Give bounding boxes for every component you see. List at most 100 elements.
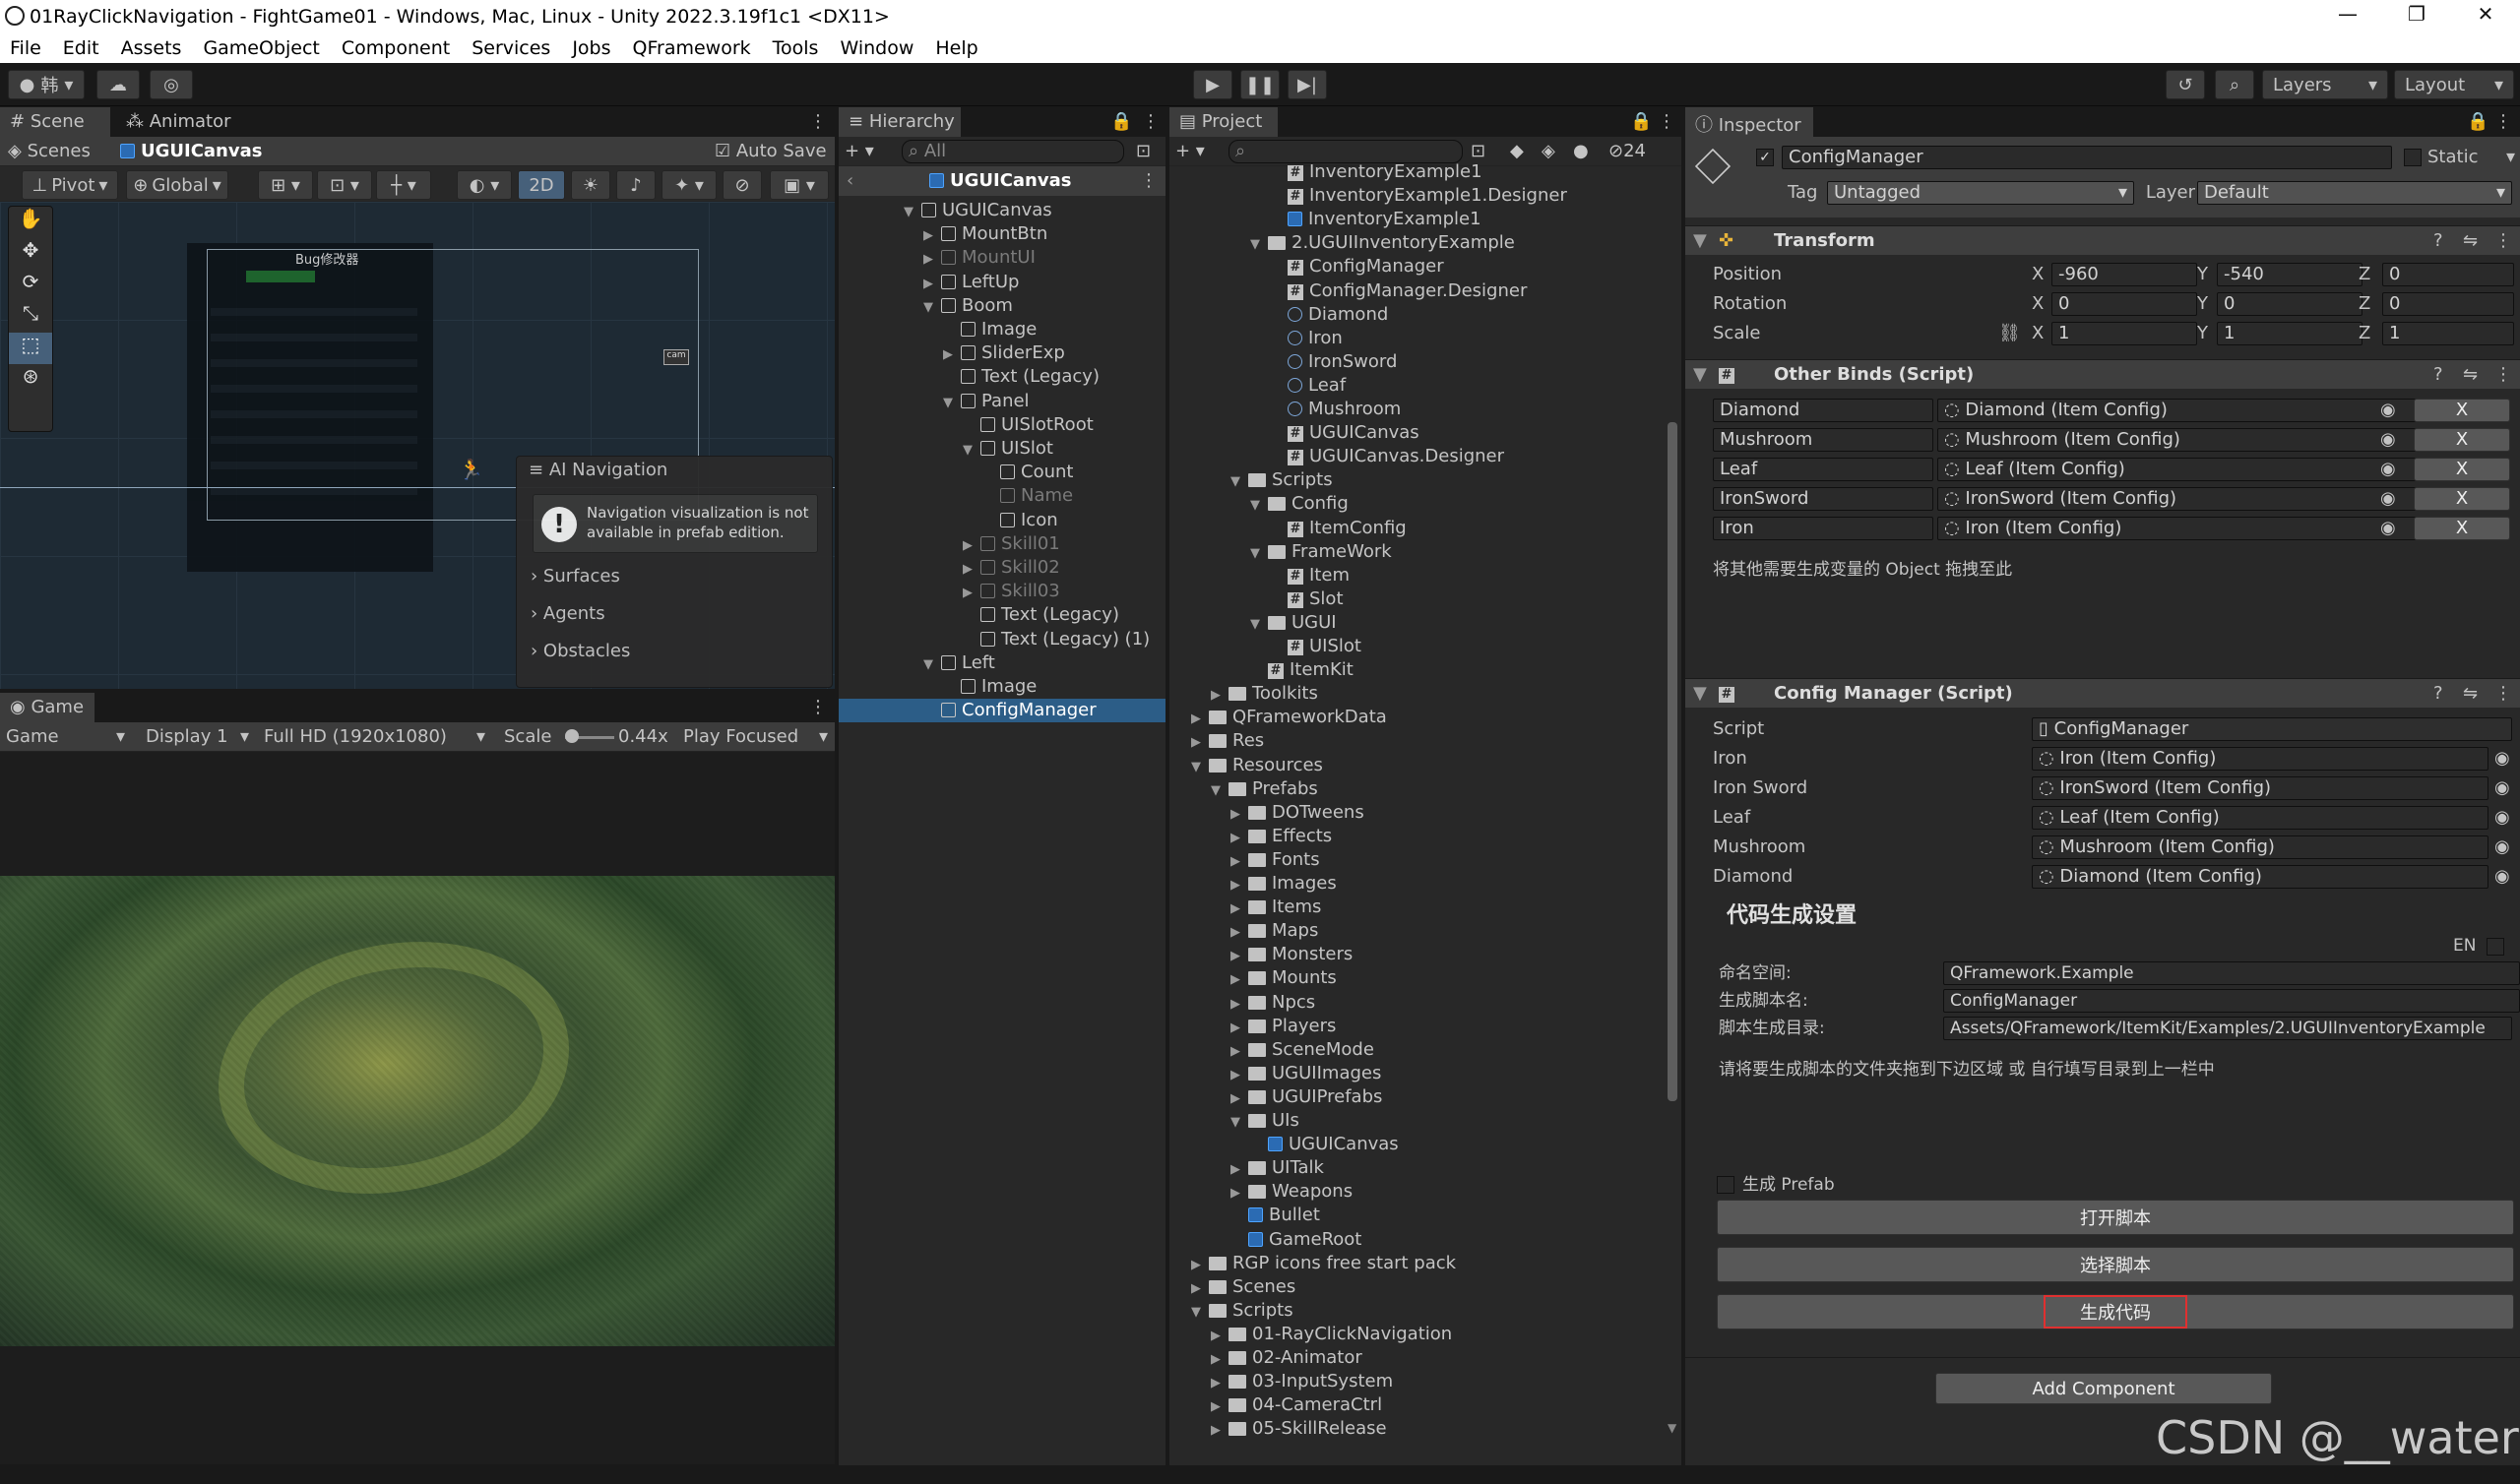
foldout-arrow-icon[interactable]: ▶ <box>1230 993 1248 1017</box>
play-focused-dropdown[interactable]: Play Focused ▾ <box>683 725 831 749</box>
rotation-z-input[interactable]: 0 <box>2382 292 2514 316</box>
position-z-input[interactable]: 0 <box>2382 263 2514 286</box>
project-item[interactable]: ▶ UGUIImages <box>1169 1062 1381 1085</box>
project-item[interactable]: ▶ Maps <box>1169 919 1318 943</box>
bind-name-input[interactable]: Iron <box>1713 517 1933 540</box>
menu-assets[interactable]: Assets <box>121 37 182 59</box>
tab-scene[interactable]: # Scene <box>0 107 110 137</box>
project-item[interactable]: ▶ Mounts <box>1169 966 1337 990</box>
ruler-icon[interactable]: ┼ ▾ <box>376 170 431 200</box>
object-picker-icon[interactable]: ◉ <box>2494 776 2510 800</box>
object-picker-icon[interactable]: ◉ <box>2380 517 2396 540</box>
hierarchy-item[interactable]: ▶ LeftUp <box>839 271 1166 294</box>
hand-tool-icon[interactable]: ✋ <box>9 207 52 238</box>
menu-edit[interactable]: Edit <box>63 37 99 59</box>
foldout-arrow-icon[interactable]: ▶ <box>1211 1395 1228 1419</box>
project-scrollbar[interactable] <box>1668 422 1677 1101</box>
config-manager-menu-icon[interactable]: ⋮ <box>2494 682 2512 706</box>
inspector-lock-icon[interactable]: 🔒 <box>2467 111 2488 132</box>
project-item[interactable]: ▶ 02-Animator <box>1169 1346 1362 1370</box>
move-tool-icon[interactable]: ✥ <box>9 238 52 270</box>
foldout-arrow-icon[interactable]: ▼ <box>904 201 921 224</box>
project-item[interactable]: # ConfigManager.Designer <box>1169 279 1527 303</box>
bind-object-field[interactable]: ◌ Iron (Item Config) <box>1937 517 2441 540</box>
project-item[interactable]: GameRoot <box>1169 1228 1361 1252</box>
foldout-arrow-icon[interactable]: ▶ <box>1191 731 1209 755</box>
hierarchy-item[interactable]: Count <box>839 461 1166 484</box>
project-item[interactable]: ▶ 01-RayClickNavigation <box>1169 1323 1452 1346</box>
hierarchy-item[interactable]: UISlotRoot <box>839 413 1166 437</box>
hierarchy-item[interactable]: Name <box>839 484 1166 508</box>
hierarchy-item[interactable]: ▼ UGUICanvas <box>839 199 1166 222</box>
foldout-arrow-icon[interactable]: ▼ <box>923 296 941 320</box>
bind-object-field[interactable]: ◌ IronSword (Item Config) <box>1937 487 2441 511</box>
object-picker-icon[interactable]: ◉ <box>2380 458 2396 481</box>
hierarchy-item[interactable]: Image <box>839 318 1166 341</box>
add-component-button[interactable]: Add Component <box>1935 1373 2272 1404</box>
active-checkbox[interactable]: ✓ <box>1756 149 1774 166</box>
shading-mode-icon[interactable]: ◐ ▾ <box>457 170 512 200</box>
scale-y-input[interactable]: 1 <box>2217 322 2362 345</box>
account-button[interactable]: ● 韩 ▾ <box>8 70 85 99</box>
foldout-arrow-icon[interactable]: ▶ <box>1211 1348 1228 1372</box>
project-item[interactable]: ▶ Scenes <box>1169 1275 1295 1299</box>
prefab-root-menu-icon[interactable]: ⋮ <box>1140 169 1158 193</box>
open-script-button[interactable]: 打开脚本 <box>1717 1200 2514 1235</box>
visibility-icon[interactable]: ⊘ <box>723 170 762 200</box>
hierarchy-menu-icon[interactable]: ⋮ <box>1142 111 1160 132</box>
remove-bind-button[interactable]: X <box>2414 487 2510 511</box>
generate-code-button[interactable]: 生成代码 <box>2044 1295 2187 1329</box>
other-binds-menu-icon[interactable]: ⋮ <box>2494 363 2512 387</box>
other-binds-preset-icon[interactable]: ⇋ <box>2463 363 2478 387</box>
minimize-button[interactable]: — <box>2318 2 2377 31</box>
project-item[interactable]: ▶ RGP icons free start pack <box>1169 1252 1456 1275</box>
foldout-arrow-icon[interactable]: ▶ <box>923 248 941 272</box>
config-object-field[interactable]: ◌ Iron (Item Config) <box>2032 747 2488 771</box>
project-item[interactable]: ▶ Items <box>1169 896 1321 919</box>
position-y-input[interactable]: -540 <box>2217 263 2362 286</box>
position-x-input[interactable]: -960 <box>2051 263 2197 286</box>
scenes-breadcrumb[interactable]: ◈ Scenes <box>8 140 91 163</box>
hierarchy-create-button[interactable]: + ▾ <box>845 140 874 163</box>
project-item[interactable]: # UGUICanvas <box>1169 421 1419 445</box>
audio-icon[interactable]: ♪ <box>616 170 656 200</box>
project-item[interactable]: # InventoryExample1.Designer <box>1169 184 1567 208</box>
project-item[interactable]: UGUICanvas <box>1169 1133 1399 1156</box>
pause-button[interactable]: ❚❚ <box>1240 70 1280 99</box>
static-dropdown-icon[interactable]: ▾ <box>2506 146 2515 169</box>
project-item[interactable]: ▼ 2.UGUIInventoryExample <box>1169 231 1515 255</box>
foldout-arrow-icon[interactable]: ▶ <box>963 534 980 558</box>
project-scroll-down-icon[interactable]: ▼ <box>1668 1416 1676 1440</box>
project-lock-icon[interactable]: 🔒 <box>1630 111 1652 132</box>
object-picker-icon[interactable]: ◉ <box>2494 747 2510 771</box>
foldout-arrow-icon[interactable]: ▼ <box>1250 613 1268 637</box>
project-item[interactable]: ▶ Monsters <box>1169 943 1353 966</box>
object-picker-icon[interactable]: ◉ <box>2380 399 2396 422</box>
rotate-tool-icon[interactable]: ⟳ <box>9 270 52 301</box>
project-item[interactable]: ▶ UGUIPrefabs <box>1169 1085 1382 1109</box>
remove-bind-button[interactable]: X <box>2414 458 2510 481</box>
bind-name-input[interactable]: Leaf <box>1713 458 1933 481</box>
foldout-arrow-icon[interactable]: ▼ <box>1191 1301 1209 1325</box>
project-item[interactable]: ▶ 04-CameraCtrl <box>1169 1393 1382 1417</box>
menu-component[interactable]: Component <box>342 37 450 59</box>
folder-drop-area[interactable] <box>1719 1087 2514 1166</box>
menu-gameobject[interactable]: GameObject <box>203 37 319 59</box>
project-item[interactable]: ▶ 05-SkillRelease <box>1169 1417 1387 1441</box>
project-item[interactable]: IronSword <box>1169 350 1397 374</box>
hierarchy-item[interactable]: Text (Legacy) <box>839 365 1166 389</box>
project-item[interactable]: ▼ Prefabs <box>1169 777 1318 801</box>
hierarchy-item[interactable]: ▼ Left <box>839 651 1166 675</box>
foldout-arrow-icon[interactable]: ▶ <box>1230 874 1248 897</box>
remove-bind-button[interactable]: X <box>2414 517 2510 540</box>
bind-name-input[interactable]: Mushroom <box>1713 428 1933 452</box>
ai-nav-obstacles[interactable]: › Obstacles <box>531 640 630 663</box>
camera-icon[interactable]: ▣ ▾ <box>770 170 829 200</box>
display-dropdown[interactable]: Display 1 ▾ <box>146 725 256 749</box>
hierarchy-item[interactable]: ▶ MountUI <box>839 246 1166 270</box>
project-item[interactable]: Bullet <box>1169 1204 1320 1227</box>
close-button[interactable]: ✕ <box>2456 2 2515 31</box>
hierarchy-item[interactable]: ▶ Skill02 <box>839 556 1166 580</box>
hierarchy-item[interactable]: ▶ Skill03 <box>839 580 1166 603</box>
other-binds-foldout-icon[interactable]: ▼ <box>1693 363 1707 387</box>
